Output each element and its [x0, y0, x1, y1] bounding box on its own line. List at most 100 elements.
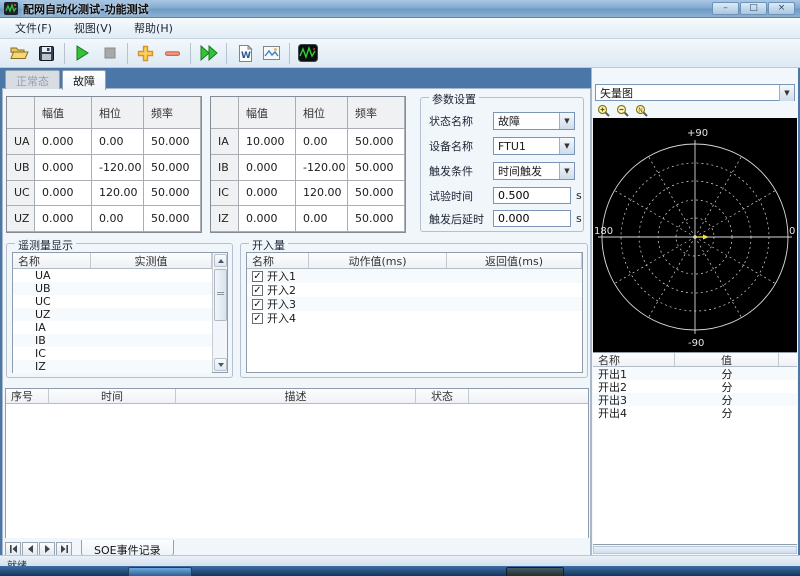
current-table: 幅值 相位 频率 IA 10.000 0.00 50.000 IB 0.000 …: [210, 96, 406, 233]
voltage-cell[interactable]: 0.000: [35, 154, 92, 181]
menu-view[interactable]: 视图(V): [63, 18, 123, 38]
voltage-cell[interactable]: 0.00: [92, 206, 144, 232]
current-cell[interactable]: 50.000: [348, 129, 405, 155]
voltage-cell[interactable]: 0.00: [92, 129, 144, 155]
test-duration-input[interactable]: [493, 187, 571, 204]
telemetry-row-name[interactable]: UZ: [13, 308, 50, 321]
add-button[interactable]: [132, 41, 159, 66]
di-checkbox[interactable]: [252, 284, 263, 296]
telemetry-row-name[interactable]: IB: [13, 334, 46, 347]
current-cell[interactable]: 0.00: [296, 206, 348, 232]
telemetry-value-header[interactable]: 实测值: [91, 253, 212, 268]
close-button[interactable]: ×: [768, 2, 795, 15]
zoom-reset-button[interactable]: N: [633, 103, 650, 118]
toolbar-separator: [190, 42, 191, 64]
scroll-down-button[interactable]: [214, 358, 227, 371]
current-cell[interactable]: 50.000: [348, 206, 405, 232]
chevron-down-icon[interactable]: ▼: [559, 113, 574, 129]
voltage-cell[interactable]: 50.000: [144, 129, 201, 155]
nav-next-button[interactable]: [39, 542, 55, 556]
di-checkbox[interactable]: [252, 312, 263, 324]
maximize-button[interactable]: □: [740, 2, 767, 15]
chevron-down-icon[interactable]: ▼: [559, 138, 574, 154]
di-action-header[interactable]: 动作值(ms): [309, 253, 447, 268]
save-button[interactable]: [33, 41, 60, 66]
di-name-header[interactable]: 名称: [247, 253, 309, 268]
trigger-condition-select[interactable]: 时间触发 ▼: [493, 162, 575, 180]
waveform-button[interactable]: [294, 41, 321, 66]
di-return-header[interactable]: 返回值(ms): [447, 253, 582, 268]
telemetry-row-name[interactable]: UB: [13, 282, 51, 295]
status-name-select[interactable]: 故障 ▼: [493, 112, 575, 130]
svg-text:W: W: [241, 51, 251, 61]
voltage-cell[interactable]: 0.000: [35, 129, 92, 155]
voltage-cell[interactable]: 0.000: [35, 180, 92, 207]
start-button[interactable]: [69, 41, 96, 66]
output-row[interactable]: 开出4 分: [593, 406, 797, 420]
view-selector[interactable]: 矢量图 ▼: [595, 84, 795, 101]
taskbar-item[interactable]: [128, 567, 192, 576]
chevron-down-icon[interactable]: ▼: [559, 163, 574, 179]
output-value-header[interactable]: 值: [675, 353, 779, 366]
nav-last-button[interactable]: [56, 542, 72, 556]
di-row-name[interactable]: 开入4: [267, 310, 296, 326]
stop-icon: [104, 47, 115, 59]
telemetry-row-name[interactable]: UC: [13, 295, 51, 308]
nav-first-button[interactable]: [5, 542, 21, 556]
telemetry-row-name[interactable]: IZ: [13, 360, 46, 373]
menu-help[interactable]: 帮助(H): [123, 18, 184, 38]
di-checkbox[interactable]: [252, 298, 263, 310]
output-name-header[interactable]: 名称: [593, 353, 675, 366]
word-report-button[interactable]: W: [231, 41, 258, 66]
voltage-cell[interactable]: 50.000: [144, 206, 201, 232]
minimize-button[interactable]: –: [712, 2, 739, 15]
event-description-header[interactable]: 描述: [176, 389, 416, 403]
chevron-down-icon[interactable]: ▼: [779, 84, 794, 101]
current-cell[interactable]: 50.000: [348, 180, 405, 207]
current-cell[interactable]: 120.00: [296, 180, 348, 207]
telemetry-row-name[interactable]: IC: [13, 347, 46, 360]
remove-button[interactable]: [159, 41, 186, 66]
tab-fault-state[interactable]: 故障: [62, 70, 106, 90]
current-cell[interactable]: 50.000: [348, 154, 405, 181]
voltage-cell[interactable]: -120.00: [92, 154, 144, 181]
current-cell[interactable]: 10.000: [239, 129, 296, 155]
toolbar-separator: [289, 42, 290, 64]
scroll-thumb[interactable]: [214, 269, 227, 321]
tab-normal-state[interactable]: 正常态: [5, 70, 60, 89]
telemetry-scrollbar[interactable]: [212, 253, 227, 372]
voltage-cell[interactable]: 50.000: [144, 154, 201, 181]
device-name-select[interactable]: FTU1 ▼: [493, 137, 575, 155]
open-button[interactable]: [6, 41, 33, 66]
event-index-header[interactable]: 序号: [6, 389, 49, 403]
zoom-in-button[interactable]: [595, 103, 612, 118]
event-table-body[interactable]: [6, 404, 588, 538]
current-cell[interactable]: 0.000: [239, 154, 296, 181]
voltage-cell[interactable]: 0.000: [35, 206, 92, 232]
event-status-header[interactable]: 状态: [416, 389, 469, 403]
output-table-hscroll[interactable]: [593, 546, 797, 554]
current-cell[interactable]: 0.00: [296, 129, 348, 155]
nav-prev-button[interactable]: [22, 542, 38, 556]
post-trigger-delay-input[interactable]: [493, 210, 571, 227]
voltage-cell[interactable]: 120.00: [92, 180, 144, 207]
output-table: 名称 值 开出1 分 开出2 分 开出3 分 开出4 分: [593, 352, 797, 545]
di-checkbox[interactable]: [252, 270, 263, 282]
snapshot-button[interactable]: [258, 41, 285, 66]
event-time-header[interactable]: 时间: [49, 389, 176, 403]
stop-button[interactable]: [96, 41, 123, 66]
zoom-out-button[interactable]: [614, 103, 631, 118]
menu-file[interactable]: 文件(F): [4, 18, 63, 38]
telemetry-row-name[interactable]: IA: [13, 321, 46, 334]
telemetry-row-name[interactable]: UA: [13, 269, 51, 282]
scroll-up-button[interactable]: [214, 254, 227, 267]
taskbar-item[interactable]: [506, 567, 564, 576]
voltage-cell[interactable]: 50.000: [144, 180, 201, 207]
current-cell[interactable]: 0.000: [239, 180, 296, 207]
run-continuous-button[interactable]: [195, 41, 222, 66]
current-cell[interactable]: -120.00: [296, 154, 348, 181]
tab-soe-records[interactable]: SOE事件记录: [81, 540, 174, 557]
current-cell[interactable]: 0.000: [239, 206, 296, 232]
polar-plot[interactable]: +90 180 0 -90: [593, 118, 797, 352]
telemetry-name-header[interactable]: 名称: [13, 253, 91, 268]
